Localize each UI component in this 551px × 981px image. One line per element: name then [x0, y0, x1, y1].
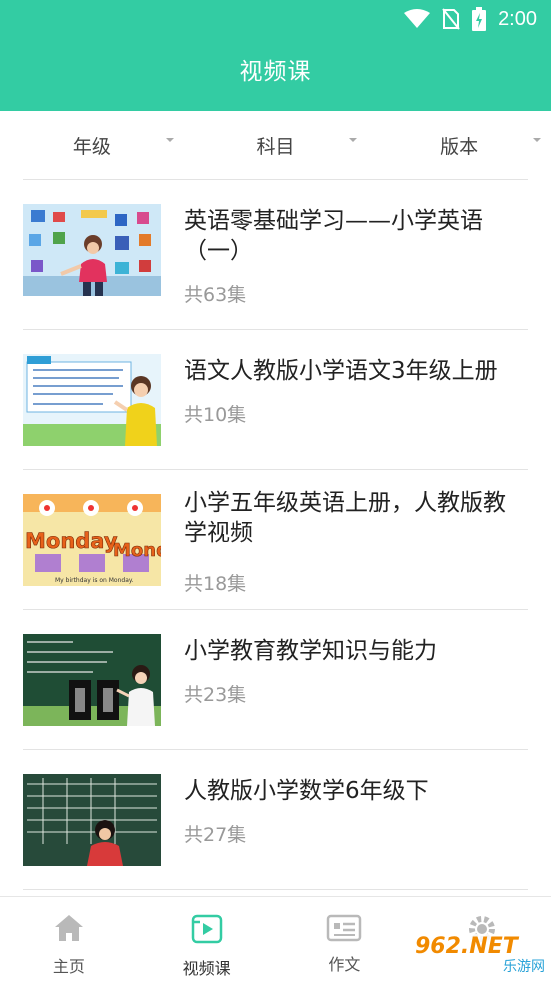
course-title: 英语零基础学习——小学英语（一） — [184, 208, 483, 264]
course-item[interactable]: 小学教育教学知识与能力 共23集 — [23, 610, 528, 750]
filter-grade-label: 年级 — [72, 135, 111, 158]
wifi-icon — [404, 9, 431, 28]
tab-home-label: 主页 — [52, 957, 85, 976]
app-header: 2:00 视频课 — [0, 0, 551, 111]
caret-down-icon — [533, 138, 542, 142]
course-thumbnail — [23, 774, 161, 866]
course-episode-count: 共18集 — [184, 573, 247, 595]
course-title: 语文人教版小学语文3年级上册 — [184, 358, 498, 384]
filter-grade[interactable]: 年级 — [0, 111, 184, 179]
course-title: 小学五年级英语上册，人教版教学视频 — [184, 490, 506, 546]
filter-bar: 年级 科目 版本 — [0, 111, 551, 179]
course-thumbnail — [23, 354, 161, 446]
filter-subject-label: 科目 — [256, 135, 295, 158]
course-item[interactable]: Monday Monday My birthday is on Monday. … — [23, 470, 528, 610]
course-item[interactable]: 人教版小学数学6年级下 共27集 — [23, 750, 528, 890]
status-time: 2:00 — [498, 7, 537, 30]
watermark-logo: 962.NET 乐游网 — [411, 934, 547, 976]
filter-edition-label: 版本 — [440, 135, 479, 158]
course-list: 英语零基础学习——小学英语（一） 共63集 语文人教版小学语文3年级上册 共10… — [23, 179, 528, 890]
tab-video[interactable]: 视频课 — [138, 897, 276, 981]
no-sim-icon — [442, 8, 460, 30]
tab-essay[interactable]: 作文 — [276, 897, 414, 981]
course-title: 人教版小学数学6年级下 — [184, 778, 429, 804]
course-item[interactable]: 语文人教版小学语文3年级上册 共10集 — [23, 330, 528, 470]
thumb-text-monday: Monday — [25, 529, 118, 553]
tab-essay-label: 作文 — [328, 955, 361, 974]
course-episode-count: 共10集 — [184, 404, 247, 426]
page-title: 视频课 — [239, 59, 312, 85]
course-episode-count: 共63集 — [184, 284, 247, 306]
video-icon — [191, 914, 222, 944]
course-thumbnail — [23, 634, 161, 726]
course-item[interactable]: 英语零基础学习——小学英语（一） 共63集 — [23, 180, 528, 330]
filter-subject[interactable]: 科目 — [184, 111, 368, 179]
tab-home[interactable]: 主页 — [0, 897, 138, 981]
course-thumbnail: Monday Monday My birthday is on Monday. — [23, 494, 161, 586]
tab-video-label: 视频课 — [182, 959, 231, 978]
status-bar: 2:00 — [404, 6, 537, 32]
course-title: 小学教育教学知识与能力 — [184, 638, 437, 664]
home-icon — [54, 915, 83, 941]
battery-icon — [472, 7, 487, 31]
course-thumbnail — [23, 204, 161, 296]
essay-icon — [327, 914, 362, 942]
caret-down-icon — [349, 138, 358, 142]
course-episode-count: 共23集 — [184, 684, 247, 706]
thumb-caption: My birthday is on Monday. — [55, 577, 134, 584]
caret-down-icon — [165, 138, 174, 142]
thumb-text-monday-2: Monday — [113, 540, 161, 561]
course-episode-count: 共27集 — [184, 824, 247, 846]
filter-edition[interactable]: 版本 — [367, 111, 551, 179]
watermark-sub-text: 乐游网 — [503, 959, 545, 975]
